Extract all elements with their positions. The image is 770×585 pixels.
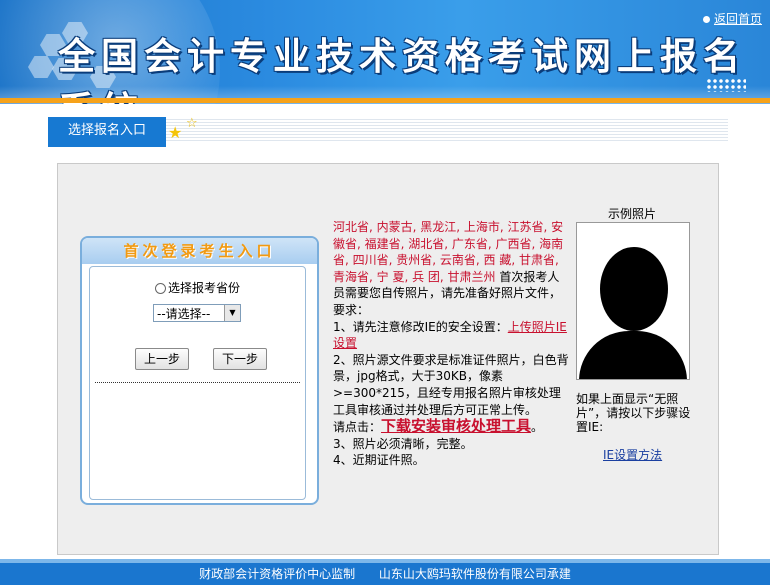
radio-button[interactable] bbox=[154, 283, 166, 294]
next-button[interactable]: 下一步 bbox=[213, 348, 267, 370]
dotted-divider bbox=[95, 382, 300, 383]
login-box-title: 首次登录考生入口 bbox=[82, 238, 317, 264]
item4-text: 4、近期证件照。 bbox=[333, 453, 425, 468]
bullet-icon bbox=[702, 16, 710, 23]
footer: 财政部会计资格评价中心监制 山东山大鸥玛软件股份有限公司承建 bbox=[0, 563, 770, 585]
item3-text: 3、照片必须清晰，完整。 bbox=[333, 436, 473, 451]
photo-note: 如果上面显示“无照片”，请按以下步骤设置IE: bbox=[576, 392, 691, 434]
ie-settings-link[interactable]: IE设置方法 bbox=[603, 446, 662, 463]
login-form: 选择报考省份 --请选择-- ▼ 上一步 下一步 bbox=[89, 266, 306, 500]
star-icon: ★ bbox=[168, 123, 183, 142]
prev-button[interactable]: 上一步 bbox=[135, 348, 189, 370]
item2-text: 2、照片源文件要求是标准证件照片，白色背景，jpg格式，大于30KB，像素>=3… bbox=[333, 352, 569, 417]
province-select[interactable]: --请选择-- ▼ bbox=[153, 304, 241, 322]
page-title: 全国会计专业技术资格考试网上报名系统 bbox=[58, 34, 746, 104]
silhouette-body bbox=[579, 331, 687, 379]
home-link-label: 返回首页 bbox=[713, 12, 762, 26]
sample-photo bbox=[576, 222, 690, 380]
tab-select-entry[interactable]: 选择报名入口 bbox=[48, 117, 166, 147]
chevron-down-icon[interactable]: ▼ bbox=[224, 305, 240, 321]
silhouette-head bbox=[600, 247, 668, 331]
instructions: 河北省, 内蒙古, 黑龙江, 上海市, 江苏省, 安徽省, 福建省, 湖北省, … bbox=[333, 219, 569, 469]
star-icon: ☆ bbox=[186, 116, 198, 131]
sample-photo-label: 示例照片 bbox=[608, 207, 657, 221]
province-select-value: --请选择-- bbox=[157, 307, 211, 321]
footer-supervisor: 财政部会计资格评价中心监制 bbox=[199, 567, 356, 581]
footer-developer: 山东山大鸥玛软件股份有限公司承建 bbox=[378, 567, 571, 581]
home-link[interactable]: 返回首页 bbox=[702, 10, 762, 27]
header-banner: 全国会计专业技术资格考试网上报名系统 返回首页 bbox=[0, 0, 770, 104]
header-divider bbox=[0, 98, 770, 103]
click-suffix: 。 bbox=[531, 420, 544, 435]
download-tool-link[interactable]: 下载安装审核处理工具 bbox=[381, 417, 531, 435]
click-prefix: 请点击： bbox=[333, 420, 382, 435]
province-radio-row[interactable]: 选择报考省份 bbox=[90, 279, 305, 296]
item1-text: 1、请先注意修改IE的安全设置： bbox=[333, 319, 508, 334]
login-box: 首次登录考生入口 选择报考省份 --请选择-- ▼ 上一步 下一步 bbox=[80, 236, 319, 505]
dots-decoration bbox=[706, 78, 746, 92]
province-radio-label: 选择报考省份 bbox=[167, 281, 240, 295]
